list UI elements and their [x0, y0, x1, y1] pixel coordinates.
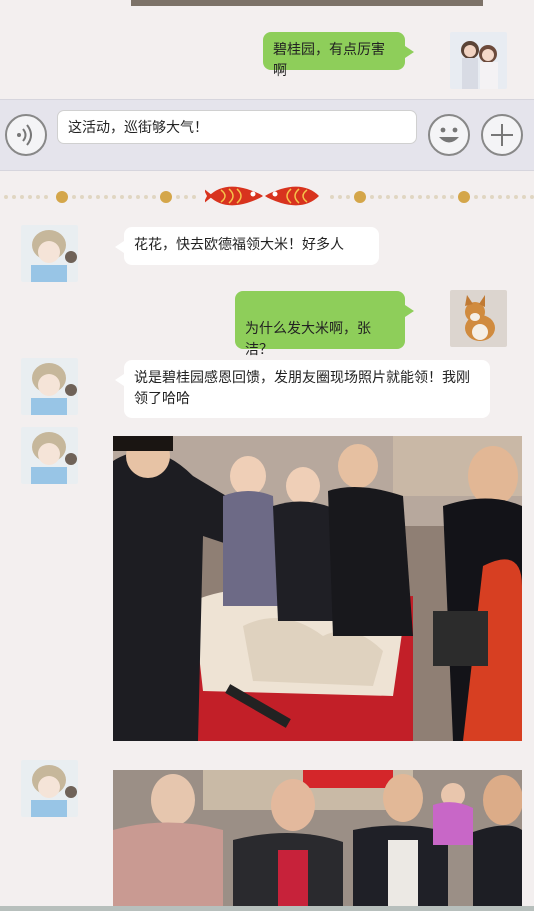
message-bubble-sent[interactable]: 碧桂园，有点厉害啊: [263, 32, 414, 79]
bottom-thumbnail-strip: [0, 906, 534, 911]
voice-icon: [17, 124, 32, 146]
voice-button[interactable]: [5, 114, 47, 156]
message-bubble-received[interactable]: 花花，快去欧德福领大米！好多人: [115, 227, 379, 265]
emoji-icon: [439, 127, 459, 143]
photo-crowd-with-phones[interactable]: [113, 770, 522, 906]
plus-icon: [491, 124, 513, 146]
message-text: 说是碧桂园感恩回馈，发朋友圈现场照片就能领！我刚领了哈哈: [134, 370, 470, 407]
message-text: 碧桂园，有点厉害啊: [273, 42, 385, 79]
previous-photo-edge: [131, 0, 483, 6]
avatar-contact[interactable]: [21, 358, 78, 415]
add-button[interactable]: [481, 114, 523, 156]
message-text: 花花，快去欧德福领大米！好多人: [134, 237, 344, 253]
avatar-couple[interactable]: [450, 32, 507, 89]
avatar-corgi[interactable]: [450, 290, 507, 347]
fish-ornament-icon: [203, 180, 323, 212]
photo-rice-giveaway-crowd[interactable]: [113, 436, 522, 741]
message-input[interactable]: [57, 110, 417, 144]
message-bubble-sent[interactable]: 为什么发大米啊，张洁？: [235, 291, 414, 358]
message-bubble-received[interactable]: 说是碧桂园感恩回馈，发朋友圈现场照片就能领！我刚领了哈哈: [115, 360, 490, 418]
avatar-contact[interactable]: [21, 225, 78, 282]
avatar-contact[interactable]: [21, 427, 78, 484]
chat-input-bar: [0, 99, 534, 171]
message-text: 为什么发大米啊，张洁？: [245, 321, 371, 358]
avatar-contact[interactable]: [21, 760, 78, 817]
emoji-button[interactable]: [428, 114, 470, 156]
